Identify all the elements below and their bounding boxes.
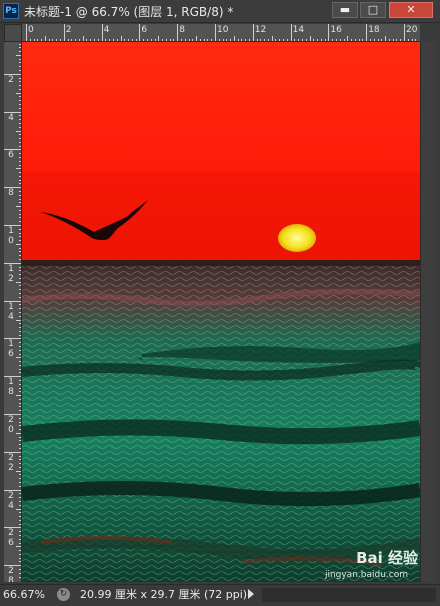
ruler-label: 4 bbox=[103, 25, 110, 35]
photoshop-app-icon: Ps bbox=[3, 3, 19, 19]
ruler-tick bbox=[290, 24, 292, 41]
ruler-label: 8 bbox=[8, 387, 14, 398]
ruler-label: 2 bbox=[8, 566, 14, 577]
close-button[interactable]: ✕ bbox=[389, 2, 433, 18]
sunset-sea-image bbox=[22, 42, 420, 582]
ruler-label: 8 bbox=[8, 576, 14, 582]
ruler-tick bbox=[404, 24, 405, 41]
ruler-label: 1 bbox=[8, 263, 14, 274]
sync-icon[interactable]: ↻ bbox=[57, 588, 70, 601]
triangle-right-icon[interactable] bbox=[248, 589, 254, 599]
ruler-label: 18 bbox=[368, 25, 380, 35]
ruler-tick bbox=[177, 24, 179, 41]
ruler-label: 10 bbox=[217, 25, 229, 35]
ruler-label: 1 bbox=[8, 377, 14, 388]
ruler-label: 4 bbox=[8, 112, 14, 123]
horizontal-scrollbar[interactable] bbox=[262, 588, 436, 602]
ruler-label: 0 bbox=[8, 425, 14, 435]
ruler-tick bbox=[26, 24, 27, 41]
ruler-label: 0 bbox=[28, 25, 34, 35]
ruler-tick bbox=[139, 24, 141, 41]
title-bar[interactable]: Ps 未标题-1 @ 66.7% (图层 1, RGB/8) * ▬ □ ✕ bbox=[0, 0, 440, 23]
ruler-label: 1 bbox=[8, 339, 14, 350]
ruler-label: 2 bbox=[8, 462, 14, 473]
document-size: 20.99 厘米 x 29.7 厘米 (72 ppi) bbox=[80, 588, 248, 601]
ruler-label: 1 bbox=[8, 226, 14, 236]
ruler-label: 8 bbox=[8, 188, 14, 199]
ruler-label: 8 bbox=[179, 25, 185, 35]
ruler-label: 2 bbox=[65, 25, 72, 35]
ruler-label: 2 bbox=[8, 452, 14, 463]
vertical-scrollbar[interactable] bbox=[420, 42, 436, 582]
ruler-label: 20 bbox=[406, 25, 418, 35]
ruler-label: 6 bbox=[8, 538, 14, 549]
ruler-label: 6 bbox=[8, 349, 14, 360]
ruler-label: 2 bbox=[8, 415, 14, 425]
vertical-ruler[interactable]: 246810121416182022242628 bbox=[4, 42, 22, 582]
ruler-label: 6 bbox=[8, 150, 14, 161]
ruler-label: 2 bbox=[8, 490, 14, 501]
ruler-label: 16 bbox=[330, 25, 342, 35]
ruler-tick bbox=[252, 24, 254, 41]
ruler-label: 2 bbox=[8, 273, 14, 284]
document-title: 未标题-1 @ 66.7% (图层 1, RGB/8) * bbox=[24, 5, 234, 19]
maximize-icon: □ bbox=[367, 3, 379, 16]
ruler-label: 2 bbox=[8, 528, 14, 539]
minimize-button[interactable]: ▬ bbox=[332, 2, 358, 18]
ruler-label: 4 bbox=[8, 311, 14, 322]
ruler-label: 12 bbox=[254, 25, 267, 35]
ruler-tick bbox=[328, 24, 330, 41]
ruler-label: 2 bbox=[8, 74, 14, 85]
ruler-tick bbox=[101, 24, 103, 41]
ruler-label: 6 bbox=[141, 25, 148, 35]
ruler-label: 4 bbox=[8, 500, 14, 511]
minimize-icon: ▬ bbox=[339, 3, 351, 16]
ruler-tick bbox=[63, 24, 65, 41]
close-icon: ✕ bbox=[406, 3, 416, 16]
maximize-button[interactable]: □ bbox=[360, 2, 386, 18]
zoom-level[interactable]: 66.67% bbox=[3, 587, 51, 602]
status-bar: 66.67% ↻ 20.99 厘米 x 29.7 厘米 (72 ppi) bbox=[0, 584, 440, 606]
watermark-url: jingyan.baidu.com bbox=[324, 570, 408, 580]
document-window: Ps 未标题-1 @ 66.7% (图层 1, RGB/8) * ▬ □ ✕ 0… bbox=[0, 0, 440, 606]
horizontal-ruler[interactable]: 0 2 4 6 8 10 12 14 16 18 20 bbox=[22, 24, 420, 42]
image-canvas[interactable] bbox=[22, 42, 420, 582]
ruler-tick bbox=[215, 24, 216, 41]
ruler-label: 0 bbox=[8, 236, 14, 246]
watermark-logo: Bai 经验 bbox=[356, 549, 418, 567]
ruler-label: 14 bbox=[292, 25, 305, 35]
ruler-tick bbox=[366, 24, 368, 41]
ruler-label: 1 bbox=[8, 301, 14, 312]
ruler-origin[interactable] bbox=[4, 24, 22, 42]
